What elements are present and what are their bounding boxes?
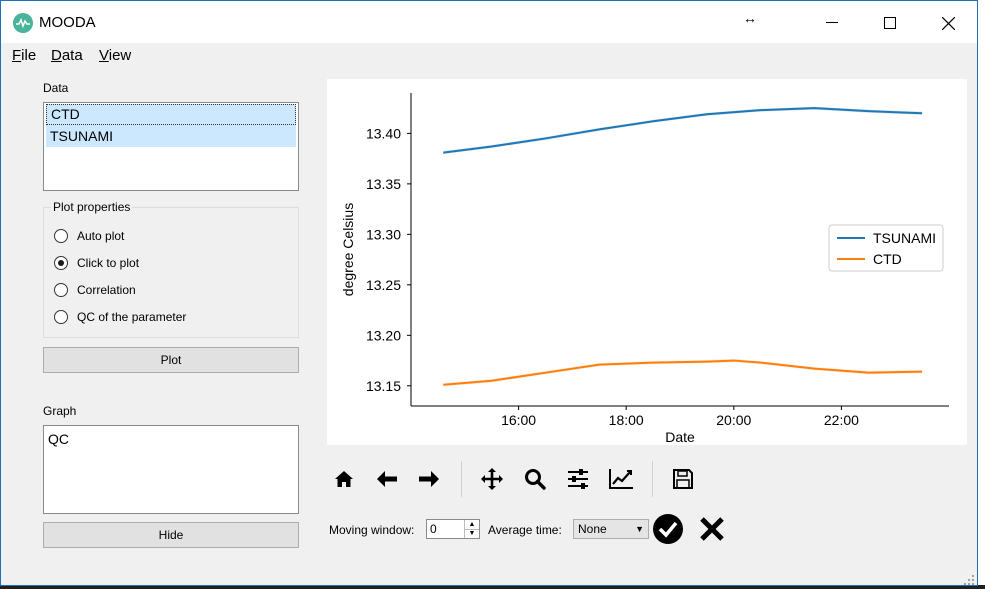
graph-list-item-qc[interactable]: QC (44, 428, 298, 450)
average-time-select[interactable]: None ▼ (573, 519, 649, 539)
minimize-button[interactable] (809, 9, 855, 37)
menu-bar: File Data View (1, 45, 977, 67)
chevron-down-icon: ▼ (635, 524, 644, 534)
forward-arrow-icon[interactable] (413, 463, 445, 495)
moving-window-label: Moving window: (329, 523, 415, 537)
data-list-item-tsunami[interactable]: TSUNAMI (46, 125, 296, 147)
resize-grip-icon[interactable] (963, 573, 975, 585)
window-title: MOODA (39, 14, 96, 31)
desktop-background (978, 0, 985, 589)
y-tick-label: 13.30 (366, 226, 401, 242)
radio-auto-plot[interactable]: Auto plot (54, 226, 124, 246)
cancel-x-icon[interactable] (698, 515, 726, 543)
data-list-item-ctd[interactable]: CTD (46, 104, 296, 125)
title-bar[interactable]: MOODA ↔ (1, 1, 977, 43)
plot-properties-title: Plot properties (51, 200, 133, 214)
plot-canvas[interactable]: 13.15 13.20 13.25 13.30 13.35 13.40 16:00 18:00… (327, 79, 967, 445)
average-time-label: Average time: (488, 523, 562, 537)
toolbar-separator (461, 461, 462, 497)
x-tick-label: 16:00 (501, 412, 536, 428)
radio-label: Click to plot (77, 256, 140, 270)
y-axis-label: degree Celsius (340, 203, 356, 296)
resize-cursor-icon: ↔ (743, 10, 757, 26)
apply-check-icon[interactable] (652, 513, 684, 545)
radio-label: Correlation (77, 283, 136, 297)
zoom-icon[interactable] (519, 463, 551, 495)
moving-window-spinbox[interactable]: 0 ▲ ▼ (426, 519, 480, 539)
legend-label: TSUNAMI (873, 230, 936, 246)
configure-subplots-icon[interactable] (562, 463, 594, 495)
x-tick-label: 22:00 (824, 412, 859, 428)
radio-label: QC of the parameter (77, 310, 187, 324)
maximize-button[interactable] (867, 9, 913, 37)
radio-button[interactable] (54, 229, 68, 243)
y-tick-label: 13.40 (366, 125, 401, 141)
y-tick-label: 13.35 (366, 176, 401, 192)
app-icon (13, 13, 33, 33)
moving-window-value: 0 (430, 522, 437, 536)
radio-button[interactable] (54, 283, 68, 297)
menu-view[interactable]: View (99, 47, 131, 64)
radio-correlation[interactable]: Correlation (54, 280, 136, 300)
hide-button[interactable]: Hide (43, 522, 299, 548)
home-icon[interactable] (328, 463, 360, 495)
back-arrow-icon[interactable] (371, 463, 403, 495)
series-band-ctd (443, 359, 923, 387)
radio-label: Auto plot (77, 229, 125, 243)
average-time-value: None (578, 522, 607, 536)
data-label: Data (43, 81, 69, 95)
y-tick-label: 13.20 (366, 327, 401, 343)
edit-axis-icon[interactable] (605, 463, 637, 495)
series-band-tsunami (443, 106, 923, 155)
x-axis-label: Date (665, 429, 695, 445)
main-window: MOODA ↔ File Data View Data CTD TSUNAMI … (0, 0, 978, 586)
y-tick-label: 13.15 (366, 378, 401, 394)
y-tick-label: 13.25 (366, 277, 401, 293)
close-button[interactable] (925, 9, 971, 37)
menu-data[interactable]: Data (51, 47, 83, 64)
radio-qc-parameter[interactable]: QC of the parameter (54, 307, 186, 327)
toolbar-separator (652, 461, 653, 497)
graph-list[interactable]: QC (43, 425, 299, 514)
pan-icon[interactable] (476, 463, 508, 495)
line-chart[interactable]: 13.15 13.20 13.25 13.30 13.35 13.40 16:00 18:00… (327, 79, 967, 445)
data-list[interactable]: CTD TSUNAMI (43, 102, 299, 191)
legend-label: CTD (873, 251, 902, 267)
spin-down-icon[interactable]: ▼ (464, 529, 479, 538)
radio-click-to-plot[interactable]: Click to plot (54, 253, 139, 273)
x-tick-label: 20:00 (716, 412, 751, 428)
x-tick-label: 18:00 (609, 412, 644, 428)
plot-button[interactable]: Plot (43, 347, 299, 373)
radio-button[interactable] (54, 256, 68, 270)
menu-file[interactable]: File (12, 47, 36, 64)
save-icon[interactable] (667, 463, 699, 495)
radio-button[interactable] (54, 310, 68, 324)
series-line-tsunami (443, 107, 923, 154)
graph-label: Graph (43, 404, 77, 418)
